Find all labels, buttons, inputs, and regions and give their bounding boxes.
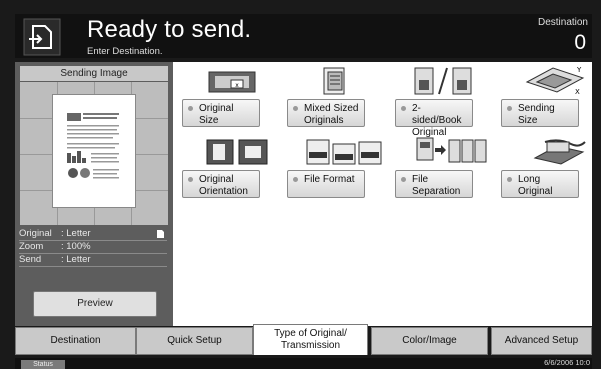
tab-color-image[interactable]: Color/Image (371, 327, 488, 355)
preview-page-thumbnail (53, 95, 135, 207)
sending-size-button[interactable]: Sending Size (501, 99, 579, 127)
button-label: File Separation (412, 174, 461, 197)
info-key: Original (19, 228, 52, 239)
file-format-button[interactable]: File Format (287, 170, 365, 198)
info-key: Send (19, 254, 42, 265)
orientation-icon (206, 139, 268, 165)
original-size-icon: x (208, 71, 256, 93)
indicator-dot (401, 106, 406, 111)
sending-size-icon: Y X (525, 66, 585, 96)
indicator-dot (507, 177, 512, 182)
file-separation-icon (416, 137, 487, 163)
indicator-dot (293, 177, 298, 182)
original-orientation-button[interactable]: Original Orientation (182, 170, 260, 198)
info-key: Zoom (19, 241, 44, 252)
button-label: 2-sided/Book Original (412, 103, 462, 138)
two-sided-book-original-button[interactable]: 2-sided/Book Original (395, 99, 473, 138)
info-row-zoom: Zoom : 100% (15, 241, 173, 253)
page-subtitle: Enter Destination. (87, 46, 163, 57)
main-content: Sending Image Original: Letter Zoom: 1… (15, 62, 592, 326)
status-bar: Status 6/6/2006 10:0 (15, 358, 592, 369)
tab-advanced-setup[interactable]: Advanced Setup (491, 327, 592, 355)
button-label: Sending Size (518, 103, 555, 126)
info-row-original: Original : Letter (15, 228, 173, 240)
original-size-button[interactable]: Original Size (182, 99, 260, 127)
svg-text:x: x (235, 82, 239, 89)
image-info: Original : Letter Zoom : 100% Send : Let… (15, 228, 173, 267)
button-label: Original Size (199, 103, 234, 126)
info-value: : 100% (61, 241, 91, 252)
info-value: : Letter (61, 228, 91, 239)
status-datetime: 6/6/2006 10:0 (544, 358, 590, 367)
indicator-dot (188, 177, 193, 182)
destination-label: Destination (537, 17, 588, 28)
mixed-sized-originals-button[interactable]: Mixed Sized Originals (287, 99, 365, 127)
long-original-icon (533, 139, 586, 165)
button-label: Original Orientation (199, 174, 248, 197)
indicator-dot (293, 106, 298, 111)
send-screen: Ready to send. Enter Destination. Destin… (0, 0, 601, 369)
divider (19, 266, 167, 267)
indicator-dot (507, 106, 512, 111)
page-content-icon (67, 113, 119, 179)
file-format-icon (306, 139, 382, 165)
button-label: Long Original (518, 174, 553, 197)
long-original-button[interactable]: Long Original (501, 170, 579, 198)
image-preview (20, 82, 168, 225)
svg-text:X: X (575, 88, 580, 96)
header-bar: Ready to send. Enter Destination. Destin… (15, 14, 592, 58)
preview-button[interactable]: Preview (33, 291, 157, 317)
svg-text:Y: Y (576, 66, 582, 74)
mixed-sized-icon (323, 67, 345, 95)
indicator-dot (188, 106, 193, 111)
two-sided-icon (414, 67, 472, 95)
page-orientation-icon (157, 230, 164, 238)
tab-quick-setup[interactable]: Quick Setup (136, 327, 253, 355)
info-value: : Letter (61, 254, 91, 265)
send-icon (23, 18, 61, 56)
sending-image-panel: Sending Image Original: Letter Zoom: 1… (15, 62, 173, 326)
page-title: Ready to send. (87, 16, 252, 43)
destination-count: 0 (574, 31, 586, 54)
tab-type-of-original-transmission[interactable]: Type of Original/ Transmission (253, 324, 368, 355)
button-label: Mixed Sized Originals (304, 103, 359, 126)
sending-image-title: Sending Image (20, 66, 168, 81)
indicator-dot (401, 177, 406, 182)
info-row-send: Send : Letter (15, 254, 173, 266)
tab-bar: Destination Quick Setup Type of Original… (15, 324, 592, 355)
tab-destination[interactable]: Destination (15, 327, 136, 355)
file-separation-button[interactable]: File Separation (395, 170, 473, 198)
button-label: File Format (304, 174, 355, 185)
status-button[interactable]: Status (21, 360, 65, 369)
